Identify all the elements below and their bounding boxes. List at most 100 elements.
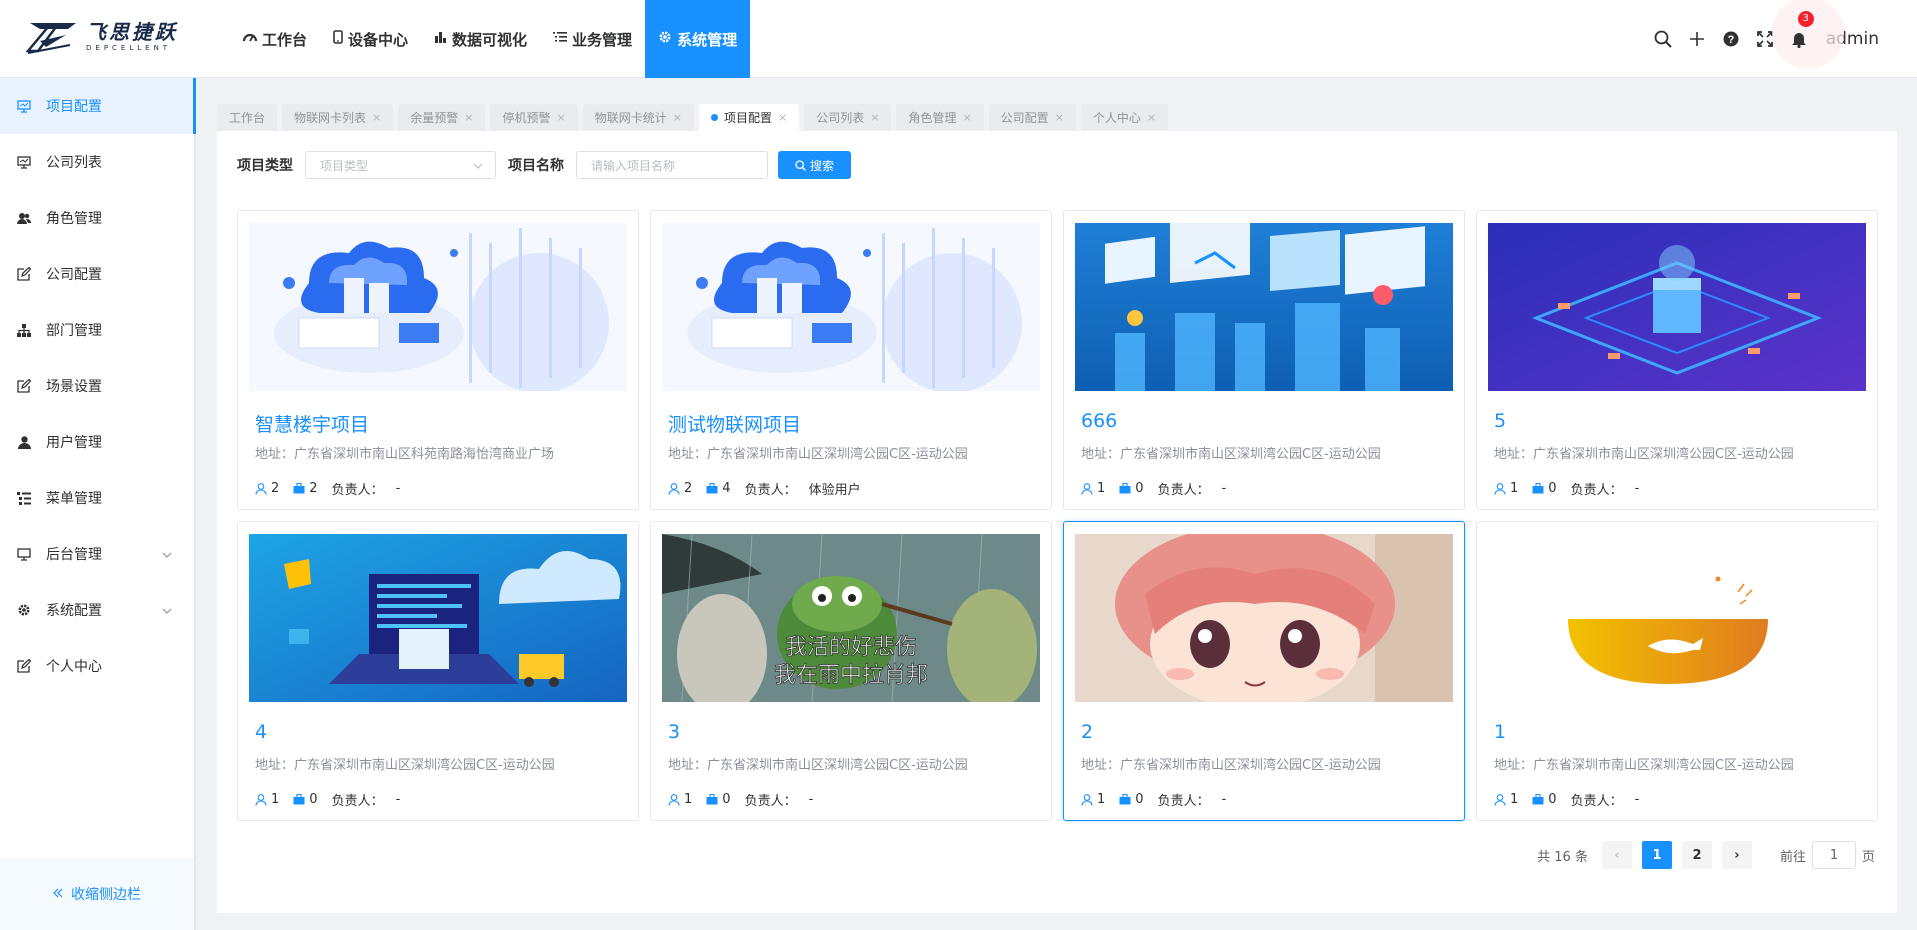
brand-logo[interactable]: 飞思捷跃 DEPCELLENT <box>26 17 178 55</box>
project-card[interactable]: 5 地址：广东省深圳市南山区深圳湾公园C区-运动公园 1 0 负责人： - <box>1476 210 1878 510</box>
pagination: 共 16 条 ‹ 1 2 › 前往 1 页 <box>1537 841 1875 869</box>
sidebar-item-label: 后台管理 <box>46 547 102 563</box>
project-title[interactable]: 1 <box>1494 721 1506 743</box>
tab-role-management[interactable]: 角色管理 × <box>896 104 984 131</box>
users-icon <box>16 212 32 225</box>
close-icon[interactable]: × <box>1055 111 1064 124</box>
user-icon <box>668 793 680 806</box>
project-name-input[interactable]: 请输入项目名称 <box>576 151 768 179</box>
project-title[interactable]: 5 <box>1494 410 1506 432</box>
tab-label: 停机预警 <box>502 111 551 125</box>
project-image <box>662 223 1040 391</box>
sidebar-item-company-config[interactable]: 公司配置 <box>0 246 194 302</box>
member-count: 1 <box>684 792 693 807</box>
total-count: 共 16 条 <box>1537 849 1588 865</box>
prev-page-button[interactable]: ‹ <box>1601 841 1632 869</box>
project-title[interactable]: 2 <box>1081 721 1093 743</box>
user-icon <box>1081 793 1093 806</box>
tab-company-list[interactable]: 公司列表 × <box>804 104 892 131</box>
brand-name-en: DEPCELLENT <box>86 43 172 52</box>
owner-name: - <box>1634 792 1640 807</box>
sidebar-item-label: 菜单管理 <box>46 491 102 507</box>
nav-item-data-visualization[interactable]: 数据可视化 <box>421 0 540 78</box>
chevron-left-icon: ‹ <box>1614 847 1620 863</box>
project-title[interactable]: 测试物联网项目 <box>668 410 801 437</box>
briefcase-icon <box>1532 483 1544 494</box>
search-button[interactable]: 搜索 <box>778 151 851 179</box>
bar-chart-icon <box>434 31 447 48</box>
project-card[interactable]: 智慧楼宇项目 地址：广东省深圳市南山区科苑南路海怡湾商业广场 2 2 负责人： … <box>237 210 639 510</box>
close-icon[interactable]: × <box>778 111 787 124</box>
project-card[interactable]: 4 地址：广东省深圳市南山区深圳湾公园C区-运动公园 1 0 负责人： - <box>237 521 639 821</box>
sidebar-item-user-management[interactable]: 用户管理 <box>0 414 194 470</box>
owner-name: - <box>808 792 814 807</box>
help-icon[interactable]: ? <box>1714 31 1748 47</box>
project-address: 地址：广东省深圳市南山区深圳湾公园C区-运动公园 <box>1494 758 1794 773</box>
project-meta: 1 0 负责人： - <box>1081 790 1226 809</box>
goto-page: 前往 1 页 <box>1780 841 1875 869</box>
project-card[interactable]: 测试物联网项目 地址：广东省深圳市南山区深圳湾公园C区-运动公园 2 4 负责人… <box>650 210 1052 510</box>
sidebar-item-scene-settings[interactable]: 场景设置 <box>0 358 194 414</box>
sidebar-item-role-management[interactable]: 角色管理 <box>0 190 194 246</box>
page-button-2[interactable]: 2 <box>1681 841 1712 869</box>
sidebar-item-company-list[interactable]: 公司列表 <box>0 134 194 190</box>
image-caption-line-2: 我在雨中拉肖邦 <box>774 663 928 688</box>
tab-label: 余量预警 <box>410 111 459 125</box>
member-count: 2 <box>684 481 693 496</box>
tab-shutdown-warning[interactable]: 停机预警 × <box>490 104 578 131</box>
search-form: 项目类型 项目类型 项目名称 请输入项目名称 搜索 <box>237 151 851 179</box>
project-address: 地址：广东省深圳市南山区深圳湾公园C区-运动公园 <box>1081 447 1381 462</box>
project-type-select[interactable]: 项目类型 <box>305 151 496 179</box>
collapse-sidebar-button[interactable]: 收缩侧边栏 <box>0 858 194 930</box>
project-type-placeholder: 项目类型 <box>320 158 369 173</box>
sidebar-item-backend-management[interactable]: 后台管理 <box>0 526 194 582</box>
top-nav: 工作台 设备中心 数据可视化 业务管理 系统管理 <box>230 0 751 78</box>
project-title[interactable]: 智慧楼宇项目 <box>255 410 369 437</box>
close-icon[interactable]: × <box>372 111 381 124</box>
nav-item-device-center[interactable]: 设备中心 <box>320 0 421 78</box>
project-title[interactable]: 4 <box>255 721 267 743</box>
sidebar-item-department-management[interactable]: 部门管理 <box>0 302 194 358</box>
project-card[interactable]: 1 地址：广东省深圳市南山区深圳湾公园C区-运动公园 1 0 负责人： - <box>1476 521 1878 821</box>
project-image <box>1488 534 1866 702</box>
sidebar-item-menu-management[interactable]: 菜单管理 <box>0 470 194 526</box>
goto-page-input[interactable]: 1 <box>1811 841 1856 869</box>
tab-project-config[interactable]: 项目配置 × <box>698 104 800 131</box>
project-title[interactable]: 666 <box>1081 410 1117 432</box>
project-title[interactable]: 3 <box>668 721 680 743</box>
tab-company-config[interactable]: 公司配置 × <box>988 104 1076 131</box>
project-card[interactable]: 666 地址：广东省深圳市南山区深圳湾公园C区-运动公园 1 0 负责人： - <box>1063 210 1465 510</box>
member-count: 1 <box>271 792 280 807</box>
sidebar-item-system-config[interactable]: 系统配置 <box>0 582 194 638</box>
project-card[interactable]: 2 地址：广东省深圳市南山区深圳湾公园C区-运动公园 1 0 负责人： - <box>1063 521 1465 821</box>
sidebar-item-project-config[interactable]: 项目配置 <box>0 78 196 134</box>
plus-icon[interactable] <box>1680 31 1714 47</box>
close-icon[interactable]: × <box>673 111 682 124</box>
nav-item-system-management[interactable]: 系统管理 <box>645 0 751 78</box>
project-address: 地址：广东省深圳市南山区科苑南路海怡湾商业广场 <box>255 447 555 462</box>
goto-prefix: 前往 <box>1779 849 1806 865</box>
close-icon[interactable]: × <box>870 111 879 124</box>
close-icon[interactable]: × <box>962 111 971 124</box>
nav-item-business-management[interactable]: 业务管理 <box>540 0 645 78</box>
close-icon[interactable]: × <box>1147 111 1156 124</box>
tab-balance-warning[interactable]: 余量预警 × <box>398 104 486 131</box>
page-button-1[interactable]: 1 <box>1641 841 1672 869</box>
tags-view: 工作台 物联网卡列表 × 余量预警 × 停机预警 × 物联网卡统计 × 项目配置 × 公司… <box>217 104 1173 131</box>
next-page-button[interactable]: › <box>1721 841 1752 869</box>
nav-item-workbench[interactable]: 工作台 <box>230 0 320 78</box>
project-card[interactable]: 我活的好悲伤 我在雨中拉肖邦 3 地址：广东省深圳市南山区深圳湾公园C区-运动公… <box>650 521 1052 821</box>
sidebar-item-label: 系统配置 <box>46 603 102 619</box>
close-icon[interactable]: × <box>464 111 473 124</box>
tab-workbench[interactable]: 工作台 <box>217 104 278 131</box>
search-icon[interactable] <box>1646 30 1680 48</box>
tab-iot-card-list[interactable]: 物联网卡列表 × <box>282 104 394 131</box>
tab-personal-center[interactable]: 个人中心 × <box>1080 104 1169 131</box>
project-image <box>249 223 627 391</box>
tab-iot-card-stats[interactable]: 物联网卡统计 × <box>582 104 694 131</box>
sidebar-item-personal-center[interactable]: 个人中心 <box>0 638 194 694</box>
close-icon[interactable]: × <box>557 111 566 124</box>
owner-label: 负责人： <box>1570 483 1623 498</box>
notification-button[interactable]: 3 <box>1771 0 1844 69</box>
member-count: 2 <box>271 481 280 496</box>
